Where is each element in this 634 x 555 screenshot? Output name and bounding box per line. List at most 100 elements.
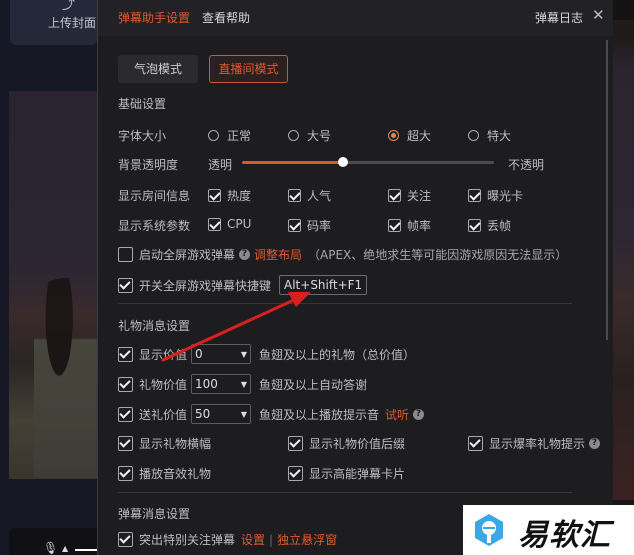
checkbox-icon xyxy=(118,436,133,451)
send-value-select[interactable]: 50 ▼ xyxy=(191,404,252,424)
chevron-down-icon: ▼ xyxy=(240,379,248,389)
select-value: 100 xyxy=(195,377,218,391)
highlight-follow-checkbox[interactable] xyxy=(118,532,133,547)
highlight-follow-row: 突出特别关注弹幕 设置 | 独立悬浮窗 xyxy=(118,531,337,548)
listen-link[interactable]: 试听 xyxy=(385,406,409,423)
floating-window-link[interactable]: 独立悬浮窗 xyxy=(277,531,337,548)
font-size-option-normal[interactable]: 正常 xyxy=(208,127,251,144)
close-icon[interactable]: ✕ xyxy=(592,6,605,24)
send-value-checkbox[interactable] xyxy=(118,406,133,422)
gift-value-select[interactable]: 100 ▼ xyxy=(191,374,252,394)
hotkey-checkbox[interactable] xyxy=(118,277,133,293)
font-size-option-large[interactable]: 大号 xyxy=(288,127,331,144)
settings-link[interactable]: 设置 xyxy=(241,531,265,548)
tab-assistant-settings[interactable]: 弹幕助手设置 xyxy=(118,9,190,26)
bubble-mode-button[interactable]: 气泡模式 xyxy=(118,55,198,83)
volume-slider[interactable] xyxy=(75,549,97,551)
help-icon[interactable]: ? xyxy=(413,408,425,420)
checkbox-icon xyxy=(288,189,301,202)
system-cpu-checkbox[interactable]: CPU xyxy=(208,217,251,231)
checkbox-icon xyxy=(388,219,401,232)
tab-view-help[interactable]: 查看帮助 xyxy=(202,9,250,26)
fullscreen-game-label: 启动全屏游戏弹幕 xyxy=(139,248,236,262)
chevron-down-icon: ▼ xyxy=(240,409,248,419)
opacity-label: 背景透明度 xyxy=(118,158,179,172)
gift-value-suffix-toggle[interactable]: 显示礼物价值后缀 xyxy=(288,435,405,452)
option-label: 人气 xyxy=(307,189,332,203)
sound-gift-toggle[interactable]: 播放音效礼物 xyxy=(118,465,211,482)
font-size-option-xxlarge[interactable]: 特大 xyxy=(468,127,511,144)
gift-row-send-value: 送礼价值 50 ▼ 鱼翅及以上播放提示音 试听 ? xyxy=(118,404,428,424)
room-info-follow-checkbox[interactable]: 关注 xyxy=(388,187,431,204)
dialog-header: 弹幕助手设置 查看帮助 弹幕日志 ✕ xyxy=(98,0,613,36)
system-framerate-checkbox[interactable]: 帧率 xyxy=(388,217,431,234)
opacity-slider-thumb[interactable] xyxy=(337,157,348,167)
watermark-logo-icon xyxy=(475,514,503,546)
gift-row-gift-value: 礼物价值 100 ▼ 鱼翅及以上自动答谢 xyxy=(118,374,367,394)
option-label: 丢帧 xyxy=(487,219,512,233)
checkbox-icon xyxy=(288,219,301,232)
option-label: 正常 xyxy=(227,129,252,143)
watermark: 易软汇 xyxy=(463,505,634,555)
system-bitrate-checkbox[interactable]: 码率 xyxy=(288,217,331,234)
opacity-slider[interactable] xyxy=(242,157,494,167)
room-info-label: 显示房间信息 xyxy=(118,189,191,203)
hotkey-input[interactable]: Alt+Shift+F1 xyxy=(279,275,368,295)
high-energy-card-toggle[interactable]: 显示高能弹幕卡片 xyxy=(288,465,405,482)
option-label: 特大 xyxy=(487,129,512,143)
highlight-follow-label: 突出特别关注弹幕 xyxy=(139,533,236,547)
opacity-slider-fill xyxy=(242,161,343,164)
option-label: 显示高能弹幕卡片 xyxy=(309,467,406,481)
font-size-option-xlarge[interactable]: 超大 xyxy=(388,127,431,144)
danmaku-settings-title: 弹幕消息设置 xyxy=(118,507,191,521)
hotkey-label: 开关全屏游戏弹幕快捷键 xyxy=(139,278,272,293)
watermark-text: 易软汇 xyxy=(518,518,611,553)
show-value-checkbox[interactable] xyxy=(118,346,133,362)
select-value: 50 xyxy=(195,407,211,421)
caret-up-icon[interactable]: ▲ xyxy=(62,544,68,553)
danmaku-log-link[interactable]: 弹幕日志 xyxy=(535,9,583,26)
show-value-select[interactable]: 0 ▼ xyxy=(191,344,252,364)
gift-value-checkbox[interactable] xyxy=(118,376,133,392)
radio-icon xyxy=(288,130,299,141)
option-label: 热度 xyxy=(227,189,252,203)
gift-value-suffix: 鱼翅及以上自动答谢 xyxy=(259,377,368,392)
adjust-layout-link[interactable]: 调整布局 xyxy=(254,246,302,263)
help-icon[interactable]: ? xyxy=(589,438,601,449)
system-dropped-frames-checkbox[interactable]: 丢帧 xyxy=(468,217,511,234)
opacity-max-label: 不透明 xyxy=(508,158,545,172)
gift-row-show-value: 显示价值 0 ▼ 鱼翅及以上的礼物（总价值） xyxy=(118,344,415,364)
fullscreen-game-checkbox[interactable] xyxy=(118,247,133,262)
checkbox-icon xyxy=(468,189,481,202)
option-label: 码率 xyxy=(307,219,332,233)
room-info-heat-checkbox[interactable]: 热度 xyxy=(208,187,251,204)
scrollbar[interactable] xyxy=(606,40,608,340)
link-separator: | xyxy=(269,532,274,547)
gift-value-label: 礼物价值 xyxy=(139,377,188,392)
option-label: 超大 xyxy=(407,129,432,143)
show-value-label: 显示价值 xyxy=(139,347,188,362)
checkbox-icon xyxy=(208,217,221,231)
gift-banner-toggle[interactable]: 显示礼物横幅 xyxy=(118,435,211,452)
option-label: 显示爆率礼物提示 xyxy=(489,437,586,451)
radio-selected-icon xyxy=(388,130,399,141)
room-info-exposure-card-checkbox[interactable]: 曝光卡 xyxy=(468,187,523,204)
radio-icon xyxy=(468,130,479,141)
option-label: CPU xyxy=(227,217,252,231)
checkbox-icon xyxy=(288,466,303,481)
show-value-suffix: 鱼翅及以上的礼物（总价值） xyxy=(259,347,416,362)
room-info-popularity-checkbox[interactable]: 人气 xyxy=(288,187,331,204)
checkbox-icon xyxy=(468,436,483,451)
select-value: 0 xyxy=(195,347,203,361)
radio-icon xyxy=(208,130,219,141)
help-icon[interactable]: ? xyxy=(239,249,251,260)
microphone-icon[interactable]: 🎙 xyxy=(43,541,58,555)
gift-settings-title: 礼物消息设置 xyxy=(118,319,191,333)
option-label: 帧率 xyxy=(407,219,432,233)
burst-gift-hint-toggle[interactable]: 显示爆率礼物提示? xyxy=(468,435,604,452)
checkbox-icon xyxy=(118,466,133,481)
live-room-mode-button[interactable]: 直播间模式 xyxy=(209,55,288,83)
fullscreen-game-row: 启动全屏游戏弹幕 ? 调整布局 （APEX、绝地求生等可能因游戏原因无法显示） xyxy=(118,246,567,263)
system-params-label: 显示系统参数 xyxy=(118,219,191,233)
chevron-down-icon: ▼ xyxy=(240,349,248,359)
